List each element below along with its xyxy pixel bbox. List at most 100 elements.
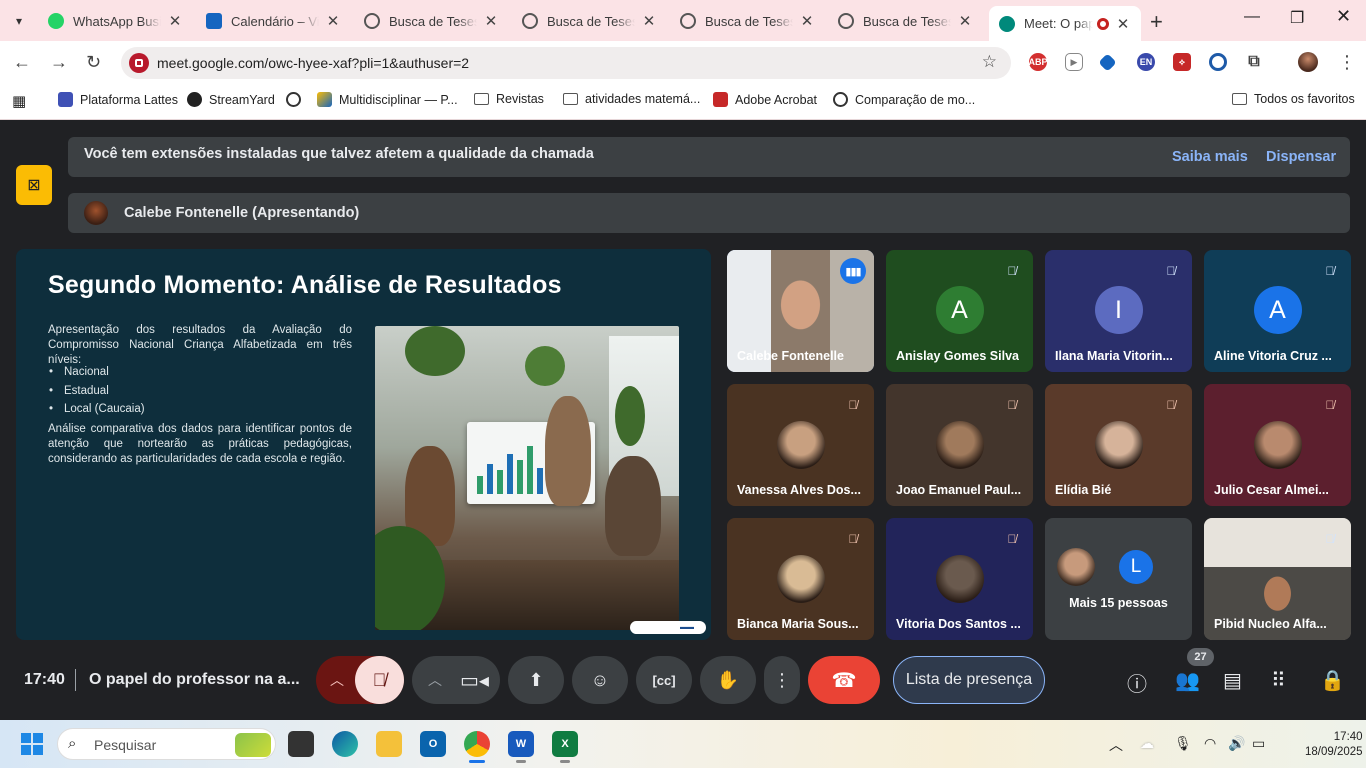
extensions-puzzle-icon[interactable]: ⧉ [1245,53,1263,71]
presentation-slide: Segundo Momento: Análise de Resultados A… [16,249,711,640]
file-explorer-icon[interactable] [376,731,402,757]
browser-tab[interactable]: Busca de Teses e Dissertações ✕ [828,6,983,36]
microphone-tray-icon[interactable]: 🎙 [1174,735,1192,752]
reload-button[interactable]: ↻ [86,52,101,73]
browser-menu-icon[interactable]: ⋮ [1338,52,1356,73]
mic-off-button[interactable]: 🎙̸ [355,656,404,704]
tab-search-button[interactable]: ▾ [6,8,32,34]
outlook-icon[interactable]: O [420,731,446,757]
participant-tile[interactable]: L Mais 15 pessoas [1045,518,1192,640]
camera-icon[interactable]: ▭◂ [460,668,489,693]
present-screen-button[interactable]: ⬆ [508,656,564,704]
edge-browser-icon[interactable] [332,731,358,757]
back-button[interactable]: ← [13,52,31,73]
participant-tile[interactable]: 🎙̸ Bianca Maria Sous... [727,518,874,640]
bookmark-plataforma-lattes[interactable]: Plataforma Lattes [58,92,178,107]
close-tab-icon[interactable]: ✕ [167,12,183,30]
wifi-icon[interactable]: ◠ [1204,735,1216,752]
chat-icon[interactable]: ▤ [1223,668,1242,693]
site-info-icon[interactable] [129,53,149,73]
adblock-extension-icon[interactable]: ABP [1029,53,1048,71]
hang-up-icon: ☎ [831,669,857,692]
dismiss-button[interactable]: Dispensar [1266,149,1336,165]
address-bar[interactable]: meet.google.com/owc-hyee-xaf?pli=1&authu… [121,47,1011,79]
minimize-button[interactable]: — [1244,8,1260,26]
participant-tile[interactable]: 🎙̸ Vanessa Alves Dos... [727,384,874,506]
url-text[interactable]: meet.google.com/owc-hyee-xaf?pli=1&authu… [157,55,469,71]
all-bookmarks-folder[interactable]: Todos os favoritos [1232,92,1355,106]
participant-tile[interactable]: 🎙̸ Pibid Nucleo Alfa... [1204,518,1351,640]
mic-options-chevron-icon[interactable]: ︿ [330,670,344,690]
bookmark-folder-atividades[interactable]: atividades matemá... [563,92,700,106]
reactions-button[interactable]: ☺ [572,656,628,704]
activities-grid-icon[interactable]: ⠿ [1271,668,1286,693]
word-icon[interactable]: W [508,731,534,763]
bookmark-adobe-acrobat[interactable]: Adobe Acrobat [713,92,817,107]
acrobat-extension-icon[interactable]: ⟡ [1173,53,1191,71]
bookmark-comparacao[interactable]: Comparação de mo... [833,92,975,107]
bookmark-star-icon[interactable]: ☆ [982,52,997,72]
people-icon[interactable]: 👥 [1175,668,1200,693]
profile-avatar[interactable] [1298,52,1318,72]
captions-button[interactable]: [cc] [636,656,692,704]
camera-options-chevron-icon[interactable]: ︿ [428,670,442,690]
shield-extension-icon[interactable]: ▶ [1065,53,1083,71]
taskbar-search-box[interactable]: ⌕ Pesquisar [57,728,276,760]
participant-initial-avatar: I [1094,286,1143,334]
participant-tile[interactable]: ▮▮▮ Calebe Fontenelle [727,250,874,372]
apps-grid-icon[interactable]: ▦ [12,92,26,110]
circle-extension-icon[interactable] [1209,53,1227,71]
slide-bullet: Nacional [49,363,145,382]
meeting-title[interactable]: O papel do professor na a... [89,671,300,689]
translate-extension-icon[interactable]: EN [1137,53,1155,71]
windows-start-icon[interactable] [21,733,43,755]
host-controls-lock-icon[interactable]: 🔒 [1320,668,1345,693]
learn-more-link[interactable]: Saiba mais [1172,149,1248,165]
leave-call-button[interactable]: ☎ [808,656,880,704]
more-vert-icon: ⋮ [773,669,791,690]
browser-tab[interactable]: Busca de Teses e Dissertações ✕ [512,6,667,36]
participant-tile[interactable]: A 🎙̸ Anislay Gomes Silva [886,250,1033,372]
volume-icon[interactable]: 🔊 [1228,735,1245,752]
task-view-icon[interactable] [288,731,314,757]
cloud-icon[interactable]: ☁ [1140,735,1154,752]
close-tab-icon[interactable]: ✕ [641,12,657,30]
meeting-info-icon[interactable]: ⓘ [1127,668,1147,697]
bookmark-streamyard[interactable]: StreamYard [187,92,275,107]
participant-tile[interactable]: 🎙̸ Julio Cesar Almei... [1204,384,1351,506]
bookmark-multidisciplinar[interactable]: Multidisciplinar — P... [317,92,458,107]
more-options-button[interactable]: ⋮ [764,656,800,704]
browser-tab[interactable]: Calendário – Vida ✕ [196,6,351,36]
browser-tab[interactable]: Busca de Teses e Dissertações ✕ [670,6,825,36]
participant-tile[interactable]: 🎙̸ Elídia Bié [1045,384,1192,506]
participant-tile[interactable]: I 🎙̸ Ilana Maria Vitorin... [1045,250,1192,372]
close-tab-icon[interactable]: ✕ [325,12,341,30]
browser-tab[interactable]: Busca de Teses e Dissertações ✕ [354,6,509,36]
bookmark-folder-revistas[interactable]: Revistas [474,92,544,106]
new-tab-button[interactable]: + [1150,9,1163,35]
chrome-icon[interactable] [464,731,490,763]
maximize-button[interactable]: ❐ [1290,8,1304,28]
globe-icon [838,13,854,29]
forward-button[interactable]: → [50,52,68,73]
excel-icon[interactable]: X [552,731,578,763]
close-window-button[interactable]: ✕ [1336,6,1351,27]
search-placeholder: Pesquisar [94,737,157,753]
raise-hand-button[interactable]: ✋ [700,656,756,704]
participant-tile[interactable]: 🎙̸ Joao Emanuel Paul... [886,384,1033,506]
participant-tile[interactable]: 🎙̸ Vitoria Dos Santos ... [886,518,1033,640]
close-tab-icon[interactable]: ✕ [799,12,815,30]
close-tab-icon[interactable]: ✕ [957,12,973,30]
whatsapp-icon [48,13,64,29]
system-clock[interactable]: 17:40 18/09/2025 [1305,730,1363,760]
battery-icon[interactable]: ▭ [1252,735,1265,752]
participant-tile[interactable]: A 🎙̸ Aline Vitoria Cruz ... [1204,250,1351,372]
browser-tab[interactable]: WhatsApp Business ✕ [38,6,193,36]
browser-tab[interactable]: Meet: O papel do professor ✕ [989,6,1141,41]
extension-warning-icon[interactable]: ⊠ [16,165,52,205]
close-tab-icon[interactable]: ✕ [1115,15,1131,33]
show-hidden-icons-chevron[interactable]: ︿ [1109,735,1123,755]
close-tab-icon[interactable]: ✕ [483,12,499,30]
attendance-list-button[interactable]: Lista de presença [893,656,1045,704]
bookmark-globe[interactable] [286,92,308,107]
